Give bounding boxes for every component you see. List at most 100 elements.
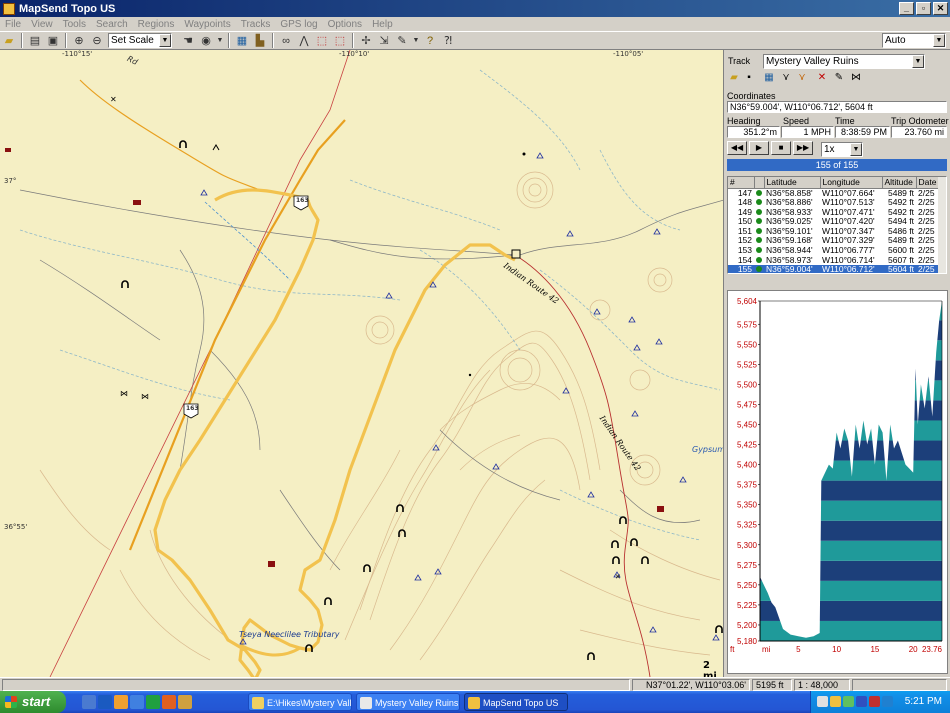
menu-regions[interactable]: Regions [133, 19, 180, 30]
zoom-mode-select[interactable]: Auto ▼ [882, 33, 946, 48]
print-preview-icon[interactable]: ▣ [45, 33, 61, 48]
table-header-row: # Latitude Longitude Altitude Date [728, 177, 946, 189]
elevation-band [760, 380, 942, 401]
track-image-icon[interactable]: ▦ [762, 71, 776, 84]
col-header-status[interactable] [754, 177, 765, 189]
tray-icon-1[interactable] [817, 696, 828, 707]
col-header-number[interactable]: # [728, 177, 755, 189]
close-button[interactable]: ✕ [933, 2, 948, 15]
context-help-icon[interactable]: ⁈ [440, 33, 456, 48]
binoculars-icon[interactable]: ∞ [278, 33, 294, 48]
region-icon[interactable]: ⬚ [332, 33, 348, 48]
track-download-icon[interactable]: ⋎ [795, 71, 809, 84]
track-upload-icon[interactable]: ⋎ [779, 71, 793, 84]
col-header-altitude[interactable]: Altitude [882, 177, 917, 189]
quicklaunch-icon-6[interactable] [162, 695, 176, 709]
topo-map[interactable]: ✕ ✕ ⋈ ⋈ -110°15' -110°10' -110°05' 37° 3… [0, 50, 724, 677]
elevation-band [760, 460, 942, 481]
menu-help[interactable]: Help [367, 19, 398, 30]
menu-file[interactable]: File [0, 19, 26, 30]
dropdown-arrow-icon[interactable]: ▼ [216, 33, 224, 48]
y-tick-label: 5,475 [737, 400, 758, 409]
tray-icon-6[interactable] [882, 696, 893, 707]
table-scrollbar[interactable] [938, 177, 946, 273]
stop-button[interactable]: ■ [771, 141, 791, 155]
open-track-icon[interactable]: ▰ [727, 71, 741, 84]
measure-icon[interactable]: ⇲ [376, 33, 392, 48]
gps-icon[interactable]: ◉ [198, 33, 214, 48]
status-cursor-coords: N37°01.22', W110°03.06' [632, 679, 750, 691]
table-row[interactable]: 155 N36°59.004' W110°06.712' 5604 ft 2/25 [728, 265, 946, 273]
track-tool-icon[interactable]: ✎ [394, 33, 410, 48]
status-dot-icon [754, 198, 764, 208]
desktop-icon[interactable] [82, 695, 96, 709]
select-region-icon[interactable]: ⬚ [314, 33, 330, 48]
odometer-label: Trip Odometer [891, 116, 949, 126]
task-button-explorer[interactable]: E:\Hikes\Mystery Vall... [248, 693, 352, 711]
task-button-mapsend[interactable]: MapSend Topo US [464, 693, 568, 711]
quicklaunch-icon-4[interactable] [130, 695, 144, 709]
svg-text:⋈: ⋈ [120, 389, 128, 398]
tributary-label: Tseya Neeclilee Tributary [239, 630, 340, 639]
browser-icon[interactable] [98, 695, 112, 709]
track-panel: Track Mystery Valley Ruins ▼ ▰ ▪ ▦ ⋎ ⋎ ✕… [725, 50, 950, 677]
zoom-mode-value: Auto [885, 35, 906, 46]
y-tick-label: 5,400 [737, 461, 758, 470]
delete-icon[interactable]: ✕ [815, 71, 829, 84]
fast-forward-button[interactable]: ▶▶ [793, 141, 813, 155]
time-label: Time [835, 116, 855, 126]
zoom-out-icon[interactable]: ⊖ [89, 33, 105, 48]
menu-options[interactable]: Options [323, 19, 367, 30]
media-player-icon[interactable] [114, 695, 128, 709]
start-button[interactable]: start [0, 691, 66, 713]
elevation-profile[interactable]: 5,604 5,575 5,550 5,525 5,500 5,475 5,450 5,425… [727, 290, 948, 674]
maximize-button[interactable]: ▫ [916, 2, 931, 15]
y-tick-label: 5,575 [737, 320, 758, 329]
chevron-down-icon-2: ▼ [933, 34, 945, 47]
tray-icon-5[interactable] [869, 696, 880, 707]
track-points-table[interactable]: # Latitude Longitude Altitude Date 147 N3… [727, 176, 947, 274]
dropdown-arrow-icon-2[interactable]: ▼ [412, 33, 420, 48]
open-folder-icon[interactable]: ▰ [1, 33, 17, 48]
zoom-in-icon[interactable]: ⊕ [71, 33, 87, 48]
print-icon[interactable]: ▤ [27, 33, 43, 48]
tray-icon-4[interactable] [856, 696, 867, 707]
menu-search[interactable]: Search [91, 19, 133, 30]
tray-icon-3[interactable] [843, 696, 854, 707]
lock-icon[interactable]: ▙ [252, 33, 268, 48]
quicklaunch-icon-5[interactable] [146, 695, 160, 709]
menu-tools[interactable]: Tools [58, 19, 91, 30]
col-header-latitude[interactable]: Latitude [764, 177, 821, 189]
speed-label: Speed [783, 116, 810, 126]
map-image-icon[interactable]: ▦ [234, 33, 250, 48]
quicklaunch-icon-7[interactable] [178, 695, 192, 709]
menu-waypoints[interactable]: Waypoints [179, 19, 235, 30]
scale-select[interactable]: Set Scale ▼ [108, 33, 172, 48]
play-button[interactable]: ▶ [749, 141, 769, 155]
y-unit-label: ft [730, 645, 735, 654]
help-icon[interactable]: ? [422, 33, 438, 48]
time-value: 8:38:59 PM [840, 127, 887, 137]
waypoint-pin-icon[interactable]: ✢ [358, 33, 374, 48]
minimize-button[interactable]: _ [899, 2, 914, 15]
track-properties-icon[interactable]: ⋈ [849, 71, 863, 84]
save-track-icon[interactable]: ▪ [742, 71, 756, 84]
tray-icon-2[interactable] [830, 696, 841, 707]
gypsum-label: Gypsum [692, 445, 724, 454]
edit-icon[interactable]: ✎ [832, 71, 846, 84]
status-dot-icon [754, 227, 764, 237]
pan-hand-icon[interactable]: ☚ [180, 33, 196, 48]
elevation-band [760, 600, 942, 621]
track-select[interactable]: Mystery Valley Ruins ▼ [763, 54, 925, 69]
route-icon[interactable]: ⋀ [296, 33, 312, 48]
task-button-track[interactable]: Mystery Valley Ruins ... [356, 693, 460, 711]
menu-tracks[interactable]: Tracks [236, 19, 276, 30]
svg-text:⋈: ⋈ [141, 392, 149, 401]
menu-gps-log[interactable]: GPS log [275, 19, 322, 30]
rewind-button[interactable]: ◀◀ [727, 141, 747, 155]
track-end-marker [511, 249, 521, 259]
playback-speed-select[interactable]: 1x ▼ [821, 142, 863, 157]
menu-view[interactable]: View [26, 19, 58, 30]
col-header-longitude[interactable]: Longitude [820, 177, 883, 189]
point-status-icon [756, 247, 762, 254]
